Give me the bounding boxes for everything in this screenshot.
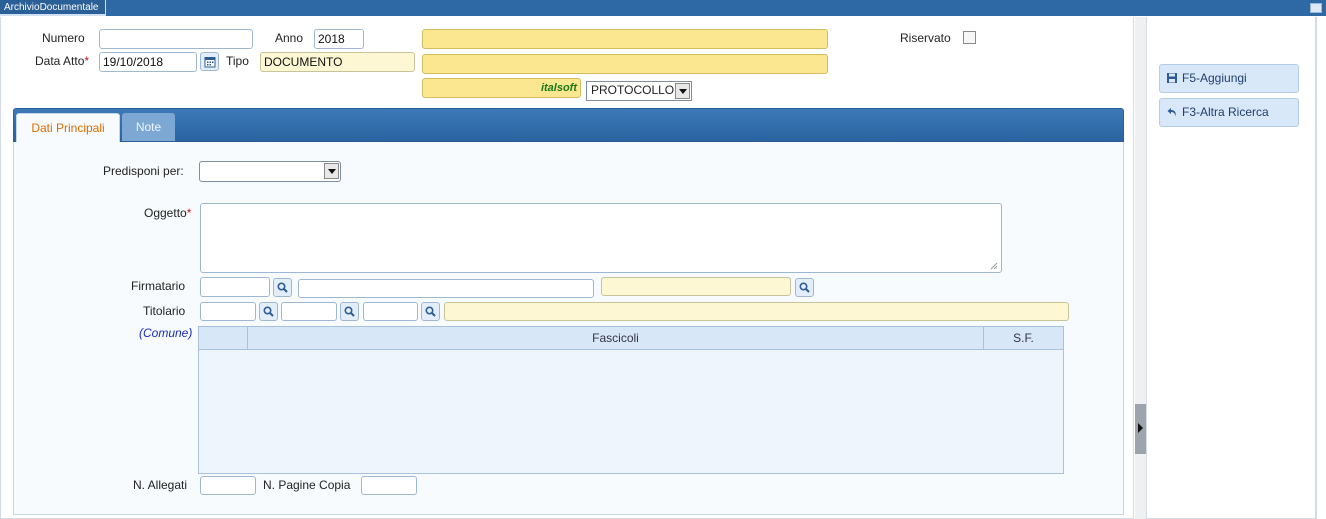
numero-input[interactable]	[99, 29, 253, 49]
numero-label: Numero	[42, 31, 85, 45]
search-icon	[425, 306, 436, 317]
chevron-down-icon	[675, 83, 690, 99]
firmatario-search-button[interactable]	[273, 278, 292, 297]
grid-column-header[interactable]	[199, 327, 248, 350]
right-edge-panel	[1316, 17, 1326, 519]
search-icon	[344, 306, 355, 317]
altra-ricerca-label: F3-Altra Ricerca	[1182, 105, 1269, 119]
titolario-level2-search-button[interactable]	[340, 302, 359, 321]
n-pagine-copia-input[interactable]	[361, 476, 417, 495]
comune-label: (Comune)	[139, 326, 193, 340]
info-field-1	[422, 29, 828, 49]
resize-grip-icon[interactable]	[990, 262, 998, 270]
predisponi-label: Predisponi per:	[103, 164, 184, 178]
n-allegati-label: N. Allegati	[133, 478, 188, 492]
n-pagine-copia-label: N. Pagine Copia	[263, 478, 351, 492]
titolario-level3-search-button[interactable]	[421, 302, 440, 321]
oggetto-label: Oggetto*	[144, 206, 192, 220]
firmatario-info-field	[601, 277, 791, 296]
tipo-label: Tipo	[226, 54, 249, 68]
riservato-checkbox[interactable]	[963, 31, 976, 44]
search-icon	[799, 282, 810, 293]
grid-header: Fascicoli S.F.	[199, 327, 1063, 350]
calendar-button[interactable]	[200, 52, 219, 71]
info-field-2	[422, 54, 828, 74]
italsoft-field: italsoft	[422, 78, 581, 98]
riservato-label: Riservato	[900, 31, 951, 45]
window-tab[interactable]: ArchivioDocumentale	[0, 0, 106, 16]
n-allegati-input[interactable]	[200, 476, 256, 495]
titolario-level3-input[interactable]	[363, 302, 418, 321]
titolario-label: Titolario	[143, 304, 186, 318]
titolario-level2-input[interactable]	[281, 302, 337, 321]
fascicoli-grid: Fascicoli S.F.	[198, 326, 1064, 474]
tab-dati-principali[interactable]: Dati Principali	[16, 113, 120, 143]
calendar-icon	[204, 56, 215, 67]
oggetto-textarea[interactable]	[200, 203, 1002, 273]
data-atto-label: Data Atto*	[35, 54, 90, 68]
window-control-button[interactable]	[1310, 3, 1322, 13]
window-title-bar	[0, 0, 1326, 16]
protocollo-value: PROTOCOLLO	[591, 83, 675, 97]
required-mark: *	[186, 206, 192, 220]
search-icon	[277, 282, 288, 293]
titolario-level1-input[interactable]	[200, 302, 256, 321]
anno-label: Anno	[275, 31, 304, 45]
titolario-description-field	[444, 302, 1069, 321]
search-icon	[263, 306, 274, 317]
firmatario-label: Firmatario	[131, 279, 186, 293]
anno-input[interactable]: 2018	[314, 29, 364, 49]
collapse-arrow-icon[interactable]	[1138, 423, 1143, 433]
tab-strip	[13, 108, 1124, 142]
chevron-down-icon	[324, 163, 339, 179]
save-icon	[1167, 73, 1177, 83]
grid-column-header-fascicoli[interactable]: Fascicoli	[248, 327, 984, 350]
tab-note[interactable]: Note	[122, 113, 175, 141]
firmatario-name-input[interactable]	[298, 279, 594, 298]
required-mark: *	[84, 54, 90, 68]
back-arrow-icon	[1167, 108, 1176, 117]
predisponi-select[interactable]	[199, 161, 341, 182]
aggiungi-label: F5-Aggiungi	[1182, 71, 1247, 85]
protocollo-select[interactable]: PROTOCOLLO	[586, 81, 692, 101]
tipo-input[interactable]: DOCUMENTO	[260, 52, 415, 72]
grid-column-header-sf[interactable]: S.F.	[984, 327, 1063, 350]
firmatario-code-input[interactable]	[200, 277, 270, 297]
titolario-level1-search-button[interactable]	[259, 302, 278, 321]
data-atto-input[interactable]: 19/10/2018	[99, 52, 197, 72]
altra-ricerca-button[interactable]: F3-Altra Ricerca	[1159, 98, 1299, 127]
aggiungi-button[interactable]: F5-Aggiungi	[1159, 64, 1299, 93]
firmatario-info-search-button[interactable]	[795, 278, 814, 297]
